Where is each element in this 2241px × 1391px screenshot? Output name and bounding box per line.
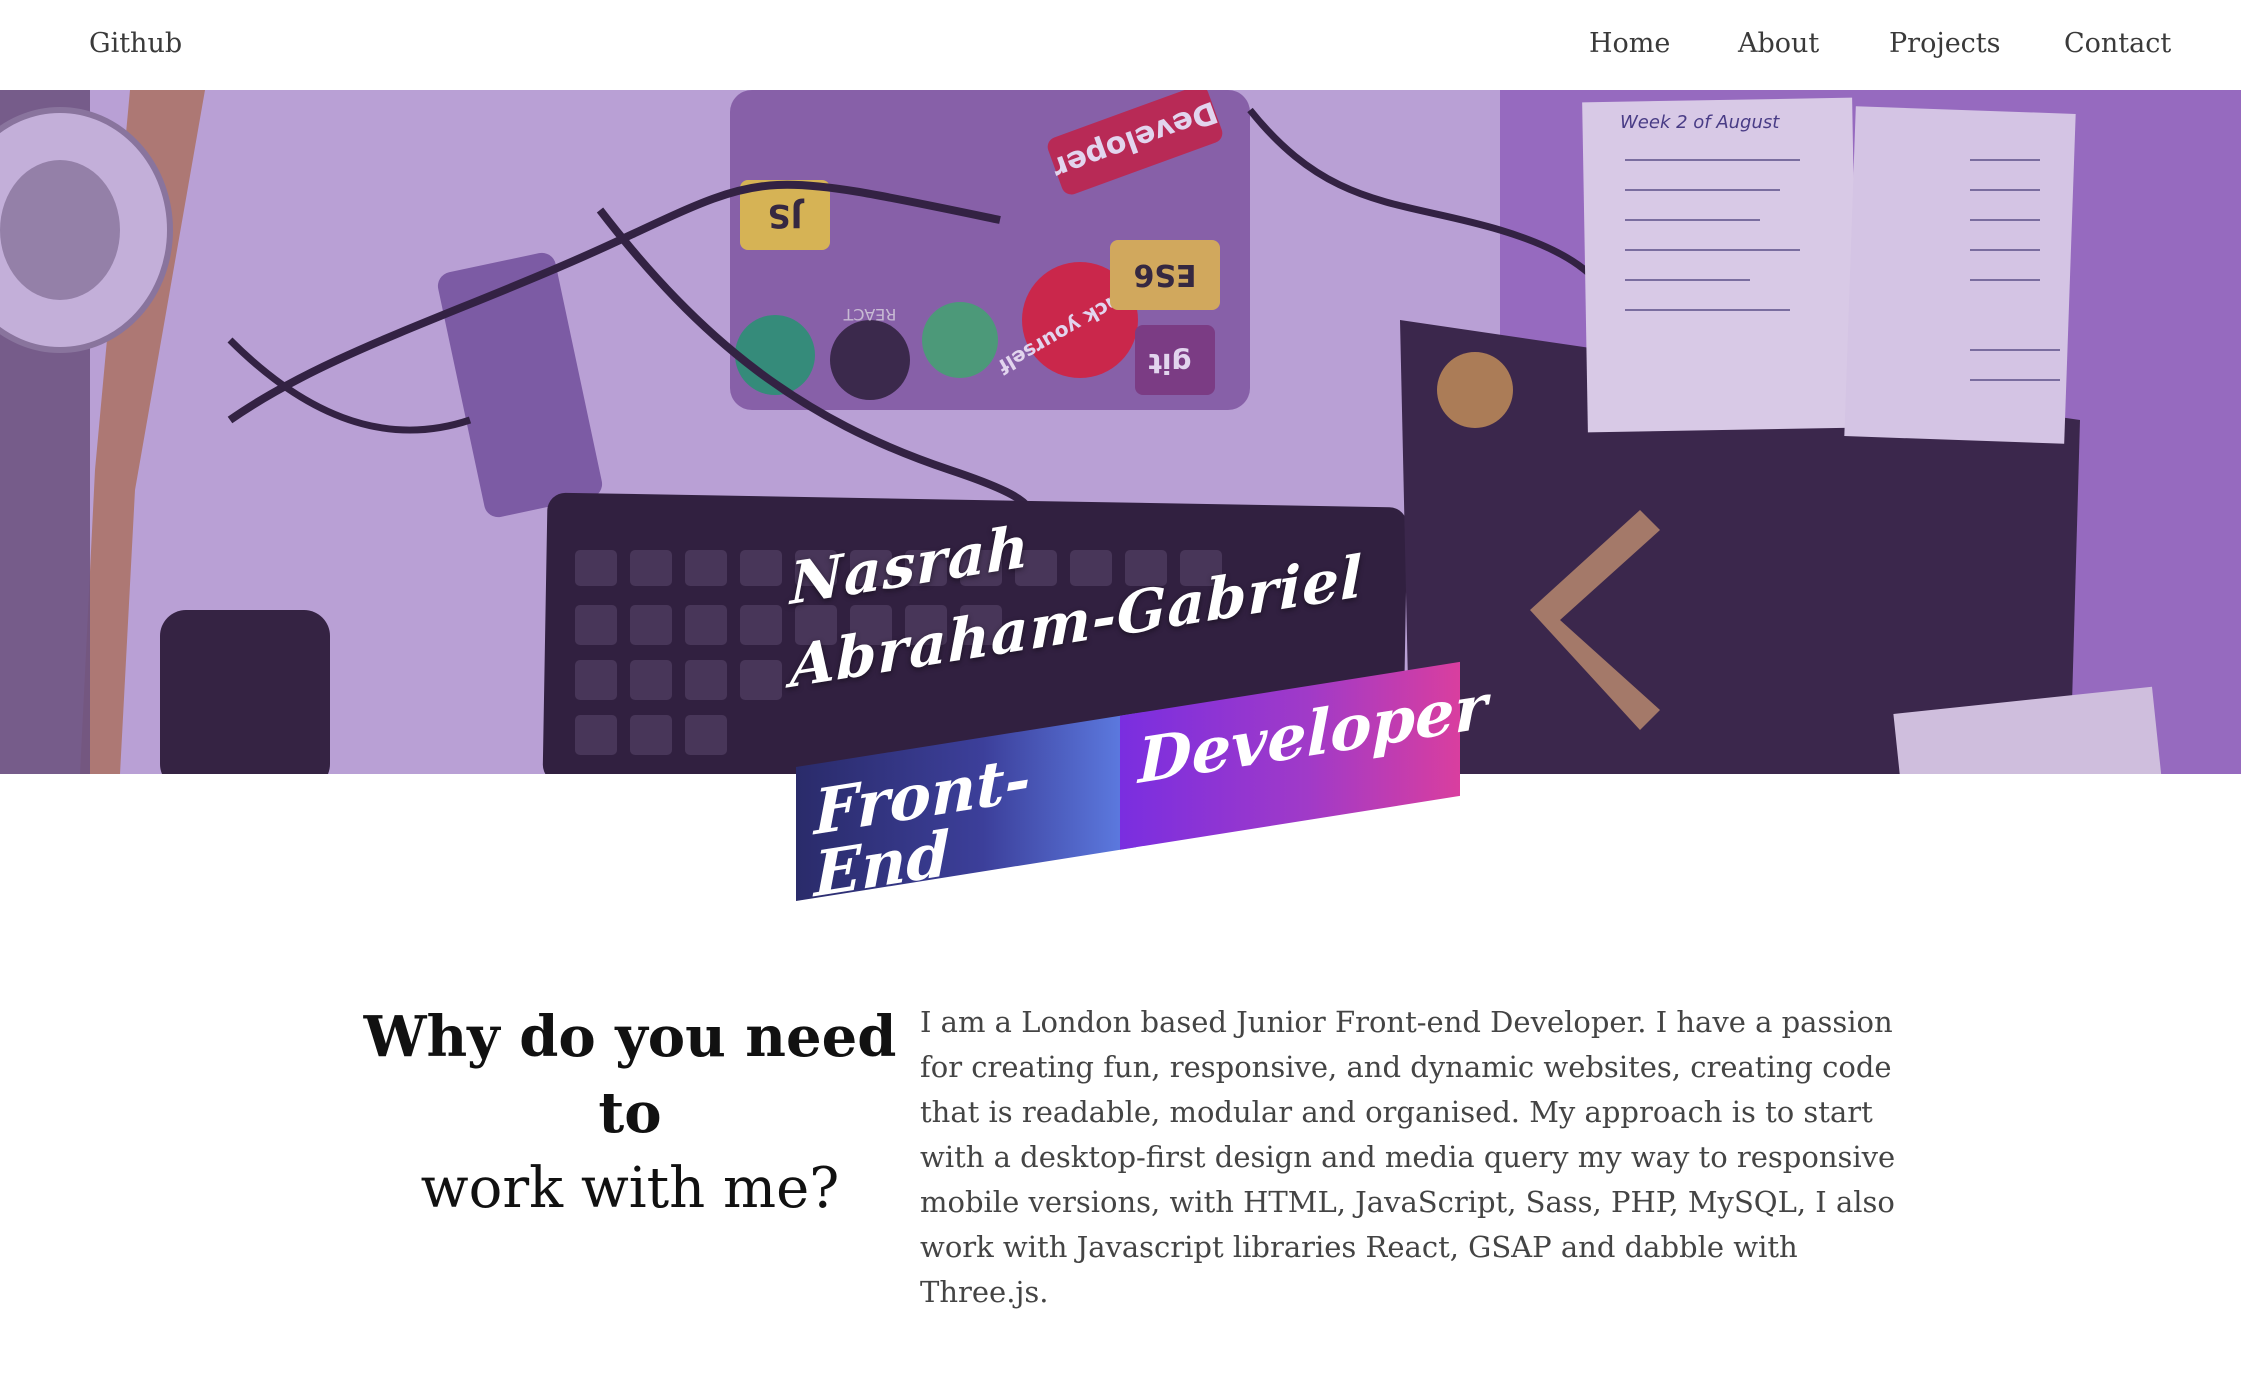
- section-heading-bold: Why do you need to: [363, 1004, 897, 1146]
- nav-contact[interactable]: Contact: [2064, 28, 2171, 59]
- about-paragraph: I am a London based Junior Front-end Dev…: [920, 1005, 1896, 1309]
- nav-projects[interactable]: Projects: [1889, 28, 2001, 59]
- nav-home[interactable]: Home: [1589, 28, 1670, 59]
- nav-about[interactable]: About: [1738, 28, 1819, 59]
- top-nav: Github Home About Projects Contact: [0, 0, 2241, 90]
- tag-front-end: Front-End: [796, 713, 1136, 911]
- section-heading-regular: work with me?: [420, 1156, 840, 1222]
- tag-developer: Developer: [1120, 661, 1487, 850]
- section-heading: Why do you need to work with me?: [340, 1000, 920, 1227]
- github-link[interactable]: Github: [89, 28, 182, 59]
